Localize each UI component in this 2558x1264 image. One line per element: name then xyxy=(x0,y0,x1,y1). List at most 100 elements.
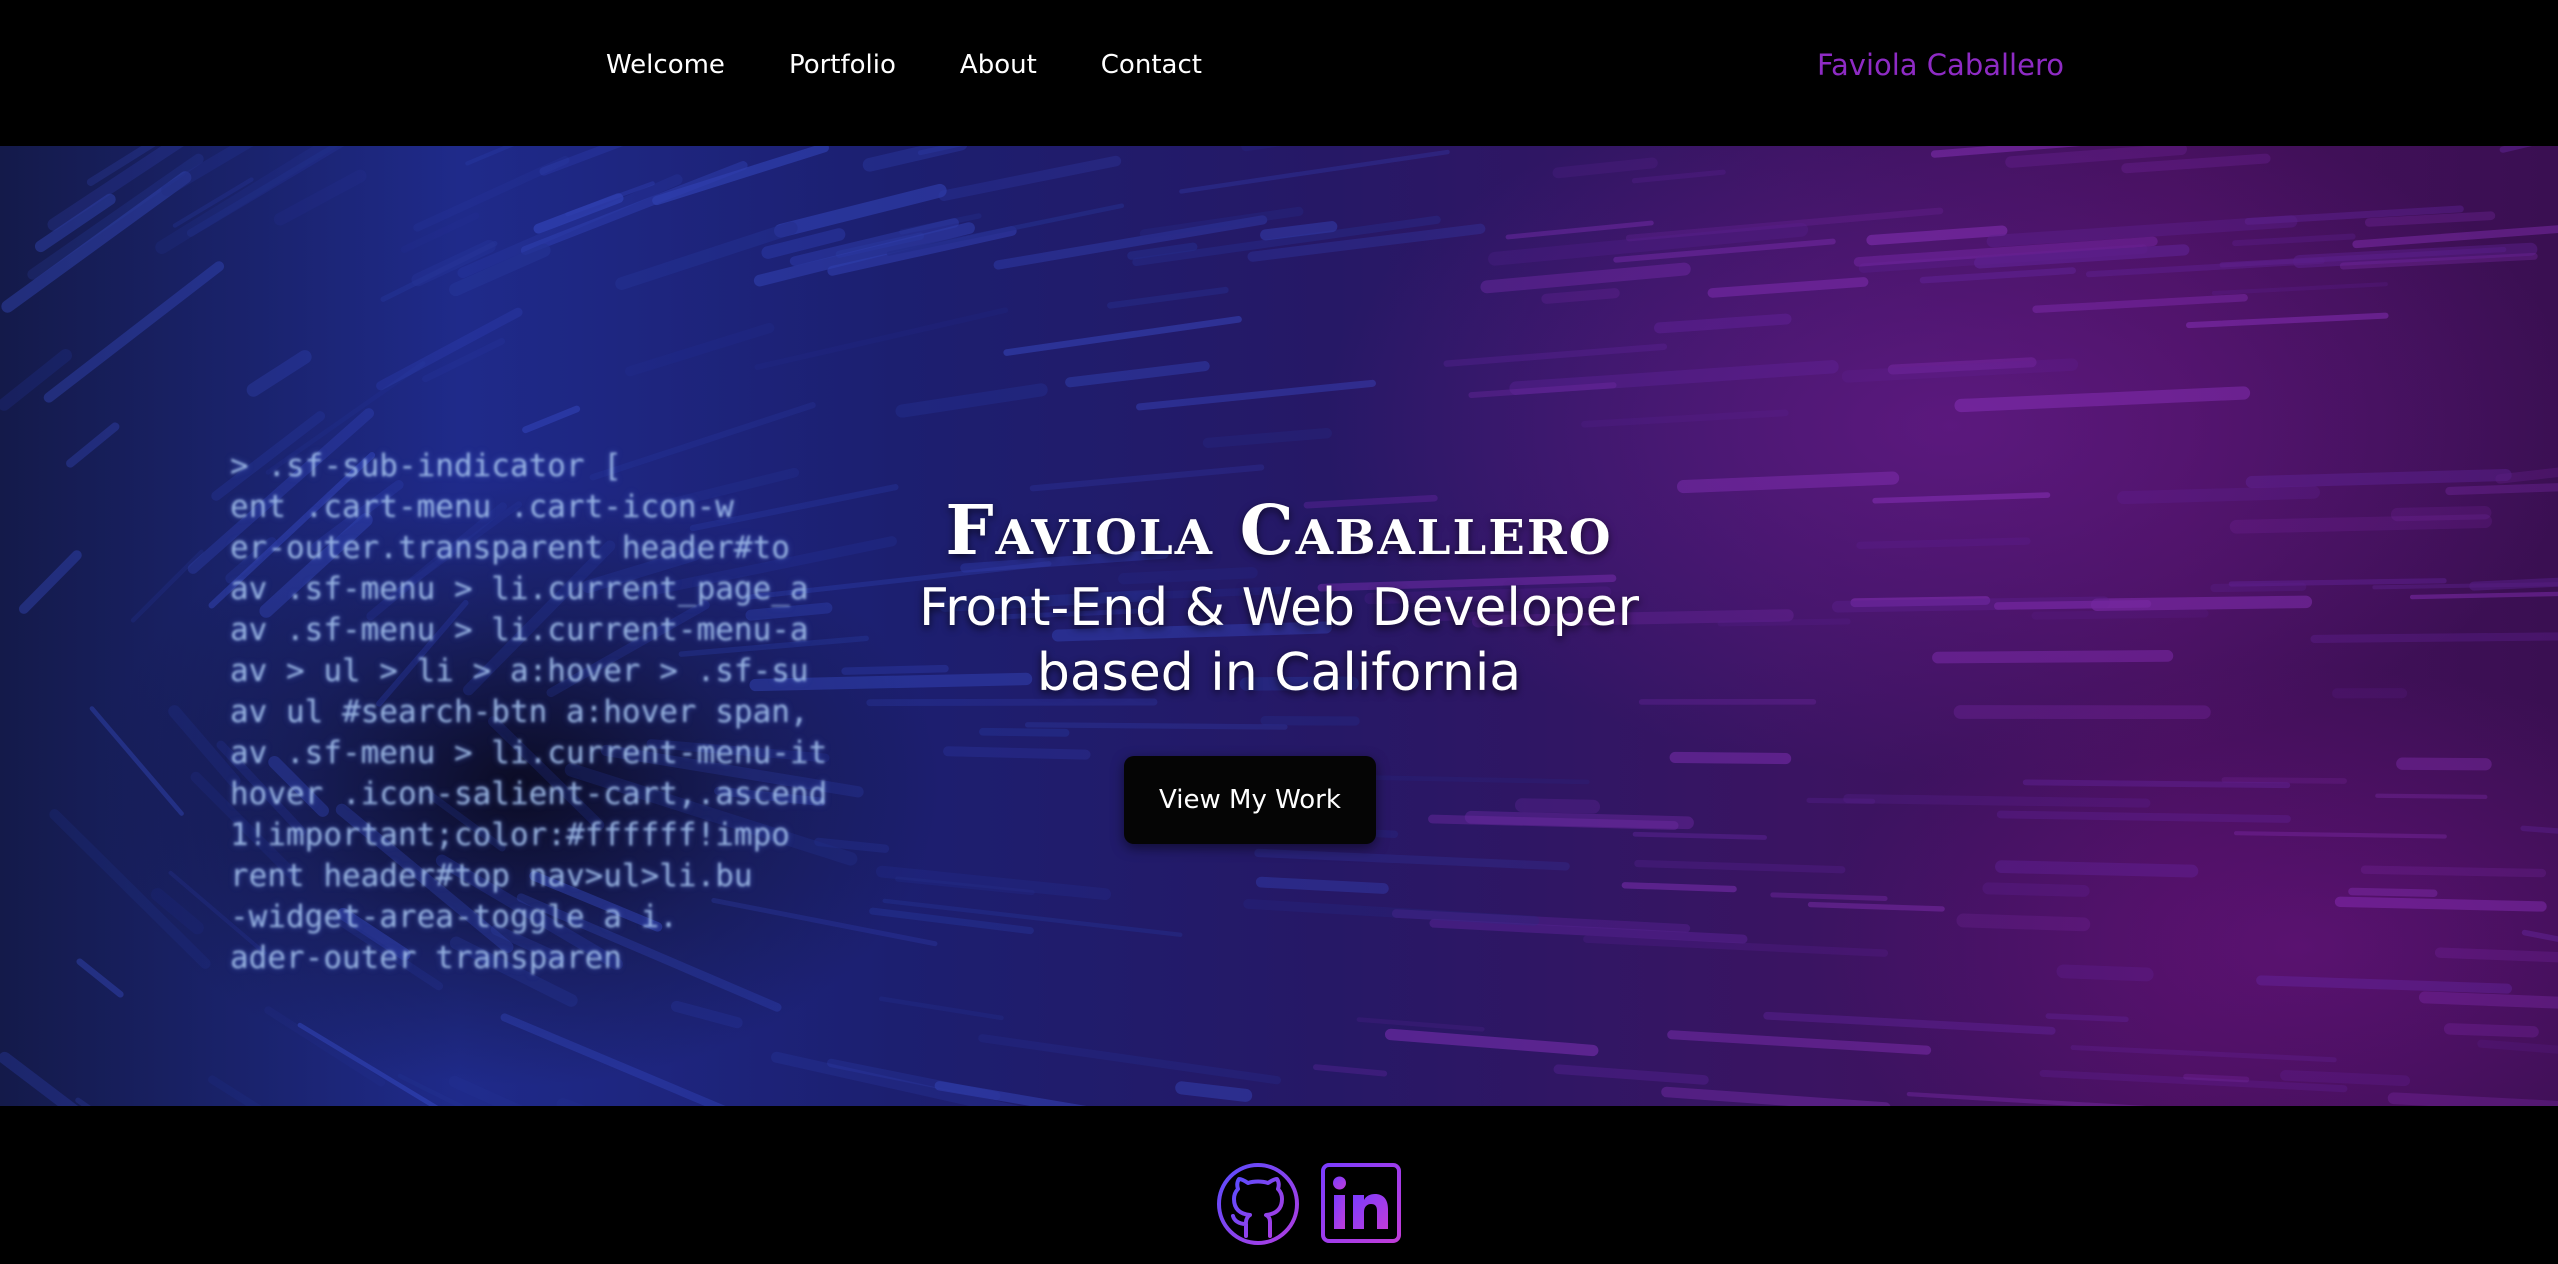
hero-title: Faviola Caballero xyxy=(945,491,1613,571)
background-streak xyxy=(1919,267,2076,284)
background-streak xyxy=(1676,471,1900,494)
background-streak xyxy=(1003,316,1242,356)
background-streak xyxy=(1982,882,2090,897)
background-streak xyxy=(1202,428,1332,449)
nav-link-welcome[interactable]: Welcome xyxy=(606,50,725,80)
code-line: > .sf-sub-indicator [ xyxy=(230,448,622,484)
background-streak xyxy=(2443,1023,2539,1038)
background-streak xyxy=(1255,876,1389,894)
background-streak xyxy=(1581,409,1789,428)
background-streak xyxy=(2396,757,2492,771)
background-streak xyxy=(625,322,775,377)
background-streak xyxy=(1541,288,1620,304)
nav-link-contact[interactable]: Contact xyxy=(1101,50,1202,80)
background-streak xyxy=(448,1075,523,1106)
background-streak xyxy=(1553,1064,1709,1085)
background-streak xyxy=(49,809,211,969)
view-my-work-button[interactable]: View My Work xyxy=(1124,756,1376,844)
background-streak xyxy=(1065,361,1210,388)
background-streak xyxy=(1243,898,1540,926)
background-streak xyxy=(2045,1013,2129,1023)
background-streak xyxy=(1843,793,2151,808)
background-streak xyxy=(1514,798,1601,814)
background-streak xyxy=(2520,825,2558,834)
background-streak xyxy=(1956,913,2091,932)
background-streak xyxy=(500,1013,726,1106)
top-navigation-bar: Welcome Portfolio About Contact Faviola … xyxy=(0,0,2558,146)
background-streak xyxy=(753,222,975,287)
nav-link-about[interactable]: About xyxy=(960,50,1037,80)
background-streak xyxy=(1770,892,1888,902)
background-streak xyxy=(2499,146,2533,153)
background-streak xyxy=(1509,360,1839,395)
background-streak xyxy=(376,307,523,391)
background-streak xyxy=(978,1034,1282,1085)
background-streak xyxy=(1356,1017,1485,1032)
background-streak xyxy=(2348,887,2438,898)
background-streak xyxy=(89,706,184,816)
background-streak xyxy=(1995,860,2199,878)
background-streak xyxy=(273,169,367,226)
background-streak xyxy=(208,1075,262,1106)
background-streak xyxy=(1313,1064,1388,1077)
background-streak xyxy=(1443,343,1668,367)
background-streak xyxy=(2022,779,2291,789)
background-streak xyxy=(246,350,312,397)
background-streak xyxy=(264,1006,386,1087)
background-streak xyxy=(670,1000,743,1029)
linkedin-icon[interactable] xyxy=(1320,1162,1402,1244)
brand-name-link[interactable]: Faviola Caballero xyxy=(1817,48,2064,82)
background-streak xyxy=(2256,975,2512,994)
background-streak xyxy=(1621,882,1737,893)
background-streak xyxy=(1632,831,1767,840)
code-line: ader-outer transparen xyxy=(230,940,622,976)
background-streak xyxy=(1841,358,2079,383)
background-streak xyxy=(1024,722,1288,730)
nav-link-portfolio[interactable]: Portfolio xyxy=(789,50,896,80)
background-streak xyxy=(2375,793,2488,800)
background-streak xyxy=(774,183,947,238)
background-streak xyxy=(2070,1045,2337,1063)
background-streak xyxy=(2183,1073,2250,1083)
background-streak xyxy=(2233,831,2447,839)
background-streak xyxy=(1866,225,2008,246)
background-streak xyxy=(76,958,124,998)
background-streak xyxy=(2121,153,2271,174)
code-line: hover .icon-salient-cart,.ascend xyxy=(230,776,828,812)
background-streak xyxy=(1107,286,1229,309)
background-streak xyxy=(1661,1086,1891,1106)
background-streak xyxy=(1996,810,2291,823)
background-streak xyxy=(1634,859,1846,874)
background-streak xyxy=(1384,1028,1599,1057)
background-streak xyxy=(2211,282,2388,296)
background-streak xyxy=(895,383,1048,418)
background-streak xyxy=(2056,964,2154,982)
background-streak xyxy=(1807,901,1945,912)
background-streak xyxy=(2352,225,2558,249)
background-streak xyxy=(878,996,1004,1021)
github-icon[interactable] xyxy=(1216,1162,1300,1246)
background-streak xyxy=(2434,947,2558,963)
background-streak xyxy=(2005,146,2188,168)
background-streak xyxy=(2245,468,2512,489)
background-streak xyxy=(2280,1070,2411,1087)
background-streak xyxy=(1654,313,1792,334)
background-streak xyxy=(520,161,748,255)
hero-subtitle-line2: based in California xyxy=(1036,643,1522,703)
background-streak xyxy=(1552,157,1658,179)
footer xyxy=(0,1106,2558,1264)
code-line: rent header#top nav>ul>li.bu xyxy=(230,858,753,894)
background-streak xyxy=(1667,1030,1932,1055)
code-line: av .sf-menu > li.current-menu-it xyxy=(230,735,828,771)
background-streak xyxy=(754,307,1009,370)
background-streak xyxy=(1707,277,1869,298)
background-streak xyxy=(1906,1091,2148,1106)
background-streak xyxy=(2521,929,2558,942)
background-streak xyxy=(862,146,968,172)
code-line: -widget-area-toggle a i. xyxy=(230,899,678,935)
background-streak xyxy=(1954,386,2251,413)
background-streak xyxy=(522,405,581,434)
background-streak xyxy=(2364,211,2496,227)
background-streak xyxy=(66,422,120,468)
background-streak xyxy=(938,155,1122,201)
